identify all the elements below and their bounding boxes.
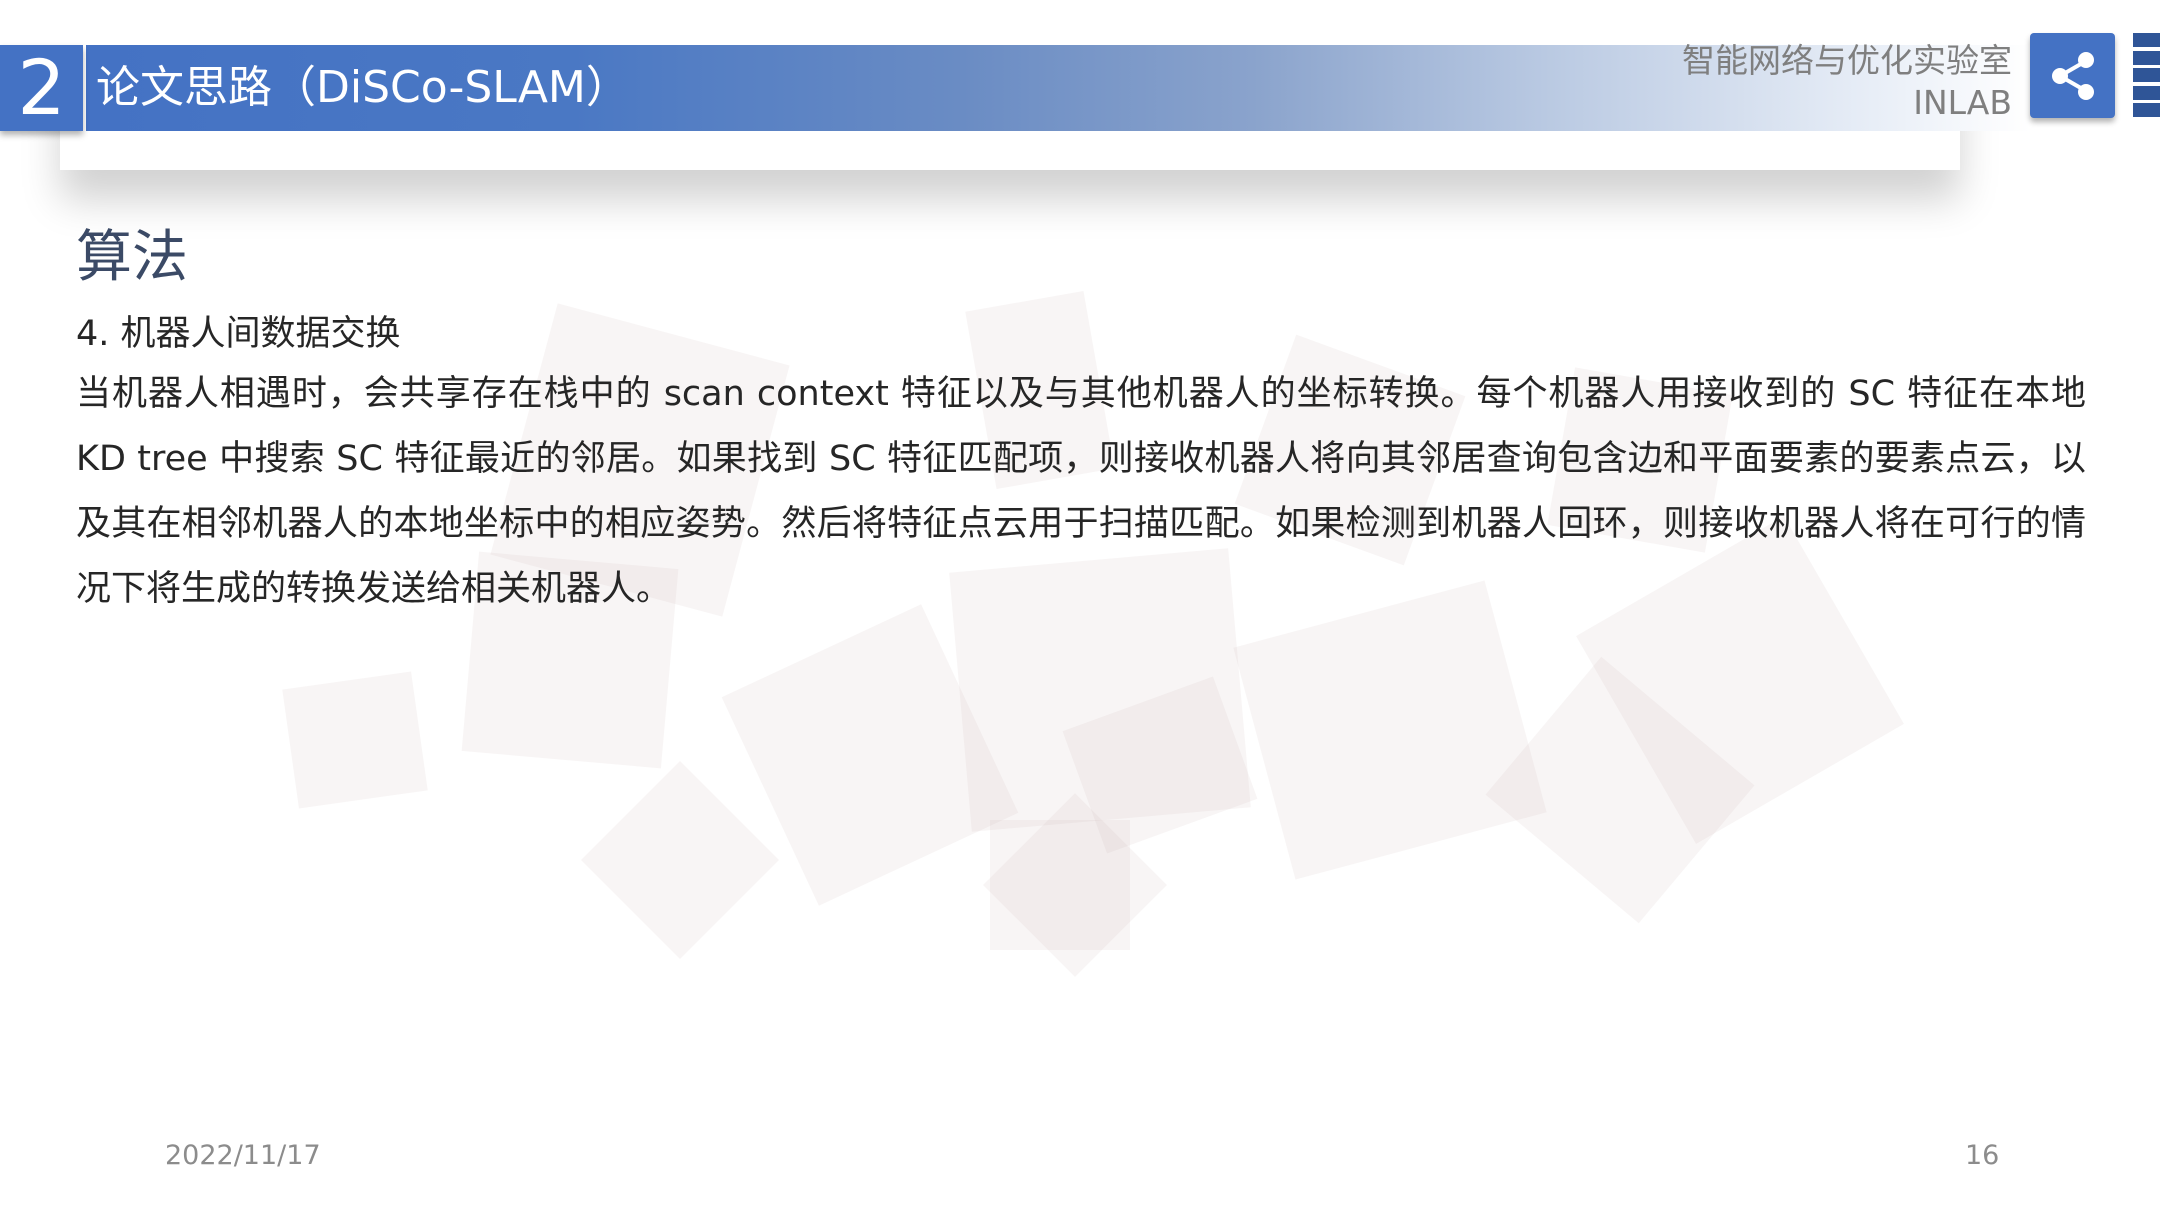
page-number: 16 <box>1965 1140 2000 1171</box>
page-title: 论文思路（DiSCo-SLAM） <box>96 62 630 113</box>
lab-name: 智能网络与优化实验室 <box>1682 41 2012 80</box>
share-button[interactable] <box>2030 33 2115 118</box>
section-number: 2 <box>0 45 83 131</box>
footer-date: 2022/11/17 <box>165 1140 321 1171</box>
lab-abbr: INLAB <box>1913 83 2012 122</box>
lab-branding: 智能网络与优化实验室 INLAB <box>1682 40 2012 124</box>
subheading: 4. 机器人间数据交换 <box>76 314 401 354</box>
share-icon <box>2052 52 2094 100</box>
decorative-stripes <box>2133 33 2160 118</box>
section-heading: 算法 <box>76 225 188 290</box>
body-paragraph: 当机器人相遇时，会共享存在栈中的 scan context 特征以及与其他机器人… <box>76 374 2086 609</box>
